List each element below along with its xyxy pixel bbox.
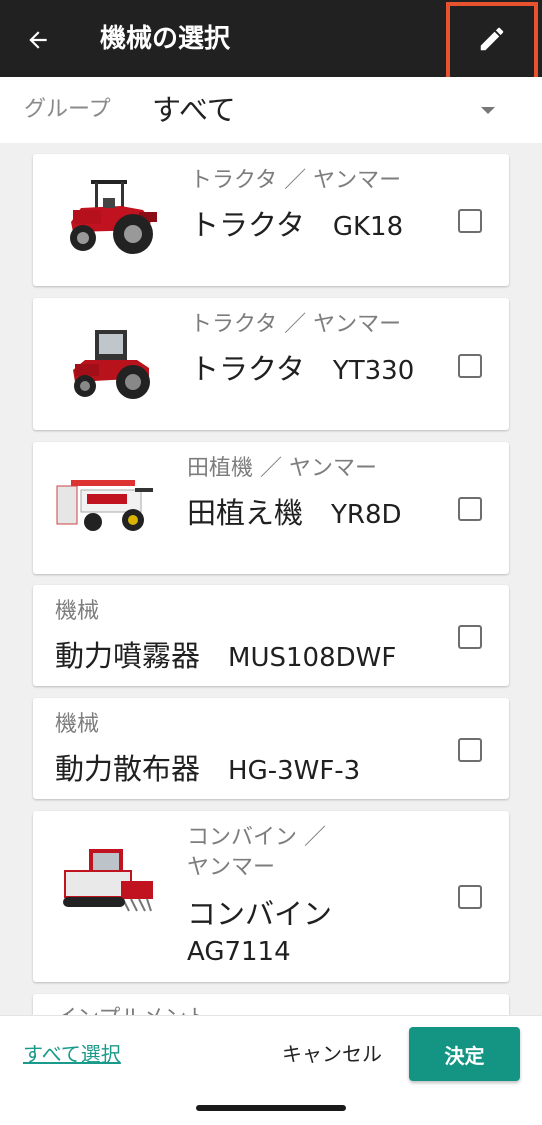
arrow-back-icon xyxy=(29,31,47,49)
pencil-icon xyxy=(480,27,504,51)
machine-name: 動力噴霧器 MUS108DWF xyxy=(55,637,396,677)
machine-model: AG7114 xyxy=(187,937,291,967)
machine-card[interactable]: 田植機 ／ ヤンマー 田植え機 YR8D xyxy=(33,442,509,574)
page-title: 機械の選択 xyxy=(100,24,231,54)
machine-card[interactable]: コンバイン ／ ヤンマー コンバイン AG7114 xyxy=(33,811,509,982)
machine-category: 田植機 ／ ヤンマー xyxy=(187,456,377,481)
machine-name: トラクタ GK18 xyxy=(190,206,403,246)
machine-name: 田植え機 YR8D xyxy=(187,494,402,534)
machine-card[interactable]: トラクタ ／ ヤンマー トラクタ YT330 xyxy=(33,298,509,430)
cancel-button[interactable]: キャンセル xyxy=(282,1040,382,1068)
machine-model: MUS108DWF xyxy=(228,643,397,673)
machine-name: 動力散布器 HG-3WF-3 xyxy=(55,750,360,790)
back-button[interactable] xyxy=(14,16,62,64)
machine-type: コンバイン xyxy=(187,897,333,931)
machine-model: HG-3WF-3 xyxy=(228,756,361,786)
machine-name: トラクタ YT330 xyxy=(190,350,414,390)
home-gesture-handle[interactable] xyxy=(196,1105,346,1111)
tractor-image xyxy=(70,180,157,254)
machine-type: 田植え機 xyxy=(187,496,304,530)
app-bar: 機械の選択 xyxy=(0,0,542,96)
machine-type: トラクタ xyxy=(190,352,305,386)
tractor-image xyxy=(73,330,150,399)
machine-card[interactable]: 機械 動力散布器 HG-3WF-3 xyxy=(33,698,509,799)
machine-category: コンバイン ／ ヤンマー xyxy=(187,823,326,883)
machine-category: インプルメント xyxy=(55,1004,208,1015)
gesture-nav-area xyxy=(0,1092,542,1125)
machine-model: YT330 xyxy=(332,356,415,386)
select-checkbox[interactable] xyxy=(458,625,482,649)
select-all-link[interactable]: すべて選択 xyxy=(23,1040,121,1068)
machine-model: GK18 xyxy=(332,212,404,242)
machine-list: トラクタ ／ ヤンマー トラクタ GK18 トラクタ ／ ヤンマー トラクタ YT3… xyxy=(0,143,542,1015)
machine-type: 動力散布器 xyxy=(55,752,201,786)
rice-transplanter-image xyxy=(56,480,153,531)
machine-select-screen: 機械の選択 グループ すべて トラクタ ／ ヤンマー トラクタ GK18 トラク… xyxy=(0,0,542,1125)
machine-category-line2: ヤンマー xyxy=(187,855,276,880)
machine-category: 機械 xyxy=(55,712,100,737)
select-checkbox[interactable] xyxy=(458,885,482,909)
machine-category: 機械 xyxy=(55,599,100,624)
machine-category: トラクタ ／ ヤンマー xyxy=(190,168,402,193)
select-checkbox[interactable] xyxy=(458,738,482,762)
group-label: グループ xyxy=(24,97,111,122)
machine-type: トラクタ xyxy=(190,208,305,242)
confirm-button[interactable]: 決定 xyxy=(409,1027,520,1081)
select-checkbox[interactable] xyxy=(458,497,482,521)
combine-harvester-image xyxy=(63,849,153,912)
machine-model: YR8D xyxy=(331,500,402,530)
dropdown-caret-icon xyxy=(481,107,495,114)
machine-category-line1: コンバイン ／ xyxy=(187,825,326,850)
group-value: すべて xyxy=(152,93,236,127)
select-checkbox[interactable] xyxy=(458,354,482,378)
machine-card[interactable]: 機械 動力噴霧器 MUS108DWF xyxy=(33,585,509,686)
bottom-action-bar: すべて選択 キャンセル 決定 xyxy=(0,1015,542,1092)
select-checkbox[interactable] xyxy=(458,209,482,233)
machine-card[interactable]: トラクタ ／ ヤンマー トラクタ GK18 xyxy=(33,154,509,286)
machine-type: 動力噴霧器 xyxy=(55,639,201,673)
machine-category: トラクタ ／ ヤンマー xyxy=(190,312,402,337)
group-selector[interactable]: グループ すべて xyxy=(0,77,542,143)
machine-card[interactable]: インプルメント xyxy=(33,994,509,1015)
